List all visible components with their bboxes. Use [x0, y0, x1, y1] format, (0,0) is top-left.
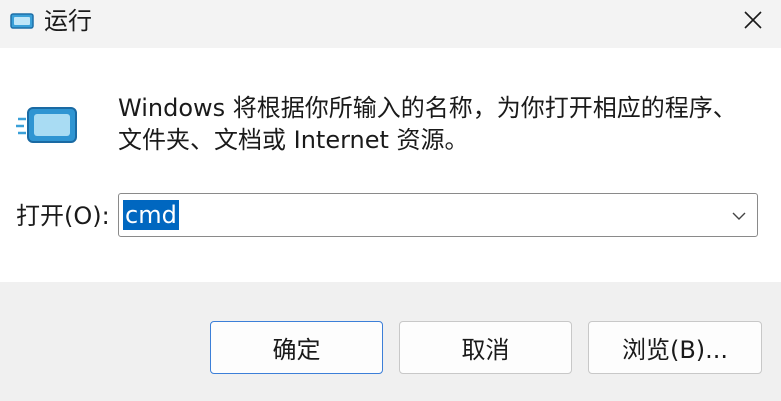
run-description: Windows 将根据你所输入的名称，为你打开相应的程序、 文件夹、文档或 In… — [118, 92, 758, 156]
run-icon — [16, 105, 80, 145]
message-line: 文件夹、文档或 Internet 资源。 — [118, 126, 469, 154]
title-bar[interactable]: 运行 — [0, 0, 781, 48]
run-icon — [9, 11, 35, 31]
message-line: Windows 将根据你所输入的名称，为你打开相应的程序、 — [118, 94, 737, 122]
ok-button[interactable]: 确定 — [210, 321, 383, 374]
dialog-body: Windows 将根据你所输入的名称，为你打开相应的程序、 文件夹、文档或 In… — [0, 48, 781, 282]
close-icon — [743, 10, 763, 34]
window-title: 运行 — [44, 7, 92, 35]
chevron-down-icon[interactable] — [729, 206, 749, 226]
open-combobox[interactable]: cmd — [118, 193, 758, 237]
run-dialog: 运行 Windows 将根据你所输入的名称，为你打开相应的程序、 文件夹、文档或… — [0, 0, 781, 401]
close-button[interactable] — [725, 0, 781, 44]
open-label: 打开(O): — [16, 202, 110, 230]
browse-button[interactable]: 浏览(B)... — [588, 321, 762, 374]
dialog-footer: 确定 取消 浏览(B)... — [0, 282, 781, 401]
open-input-value[interactable]: cmd — [123, 200, 179, 230]
cancel-button[interactable]: 取消 — [399, 321, 572, 374]
